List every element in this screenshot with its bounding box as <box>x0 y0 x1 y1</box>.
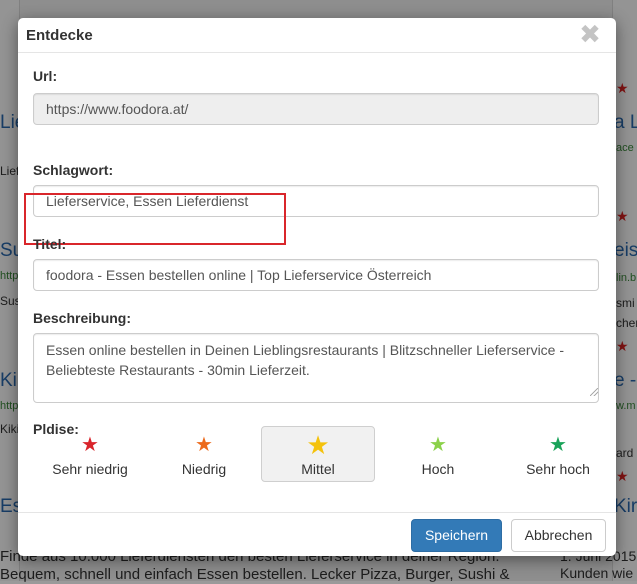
resize-handle-icon[interactable] <box>590 388 598 396</box>
rating-option-sehr-hoch[interactable]: ★ Sehr hoch <box>501 426 615 482</box>
star-icon: ★ <box>549 434 567 456</box>
star-icon: ★ <box>306 430 330 460</box>
rating-option-mittel[interactable]: ★ Mittel <box>261 426 375 482</box>
star-icon: ★ <box>81 434 99 456</box>
modal-header: Entdecke ✖ <box>18 18 616 53</box>
url-field[interactable] <box>33 93 599 125</box>
rating-option-label: Hoch <box>421 461 455 477</box>
rating-option-label: Mittel <box>301 461 335 477</box>
description-label: Beschreibung: <box>33 310 132 326</box>
star-icon: ★ <box>195 434 213 456</box>
title-label: Titel: <box>33 236 67 252</box>
modal-footer: Speichern Abbrechen <box>18 512 616 556</box>
rating-option-label: Sehr niedrig <box>52 461 128 477</box>
rating-selector: ★ Sehr niedrig ★ Niedrig ★ Mittel ★ Hoch… <box>33 426 603 484</box>
rating-option-niedrig[interactable]: ★ Niedrig <box>147 426 261 482</box>
rating-option-hoch[interactable]: ★ Hoch <box>381 426 495 482</box>
description-field[interactable]: Essen online bestellen in Deinen Lieblin… <box>33 333 599 403</box>
modal-title: Entdecke <box>26 27 93 44</box>
url-label: Url: <box>33 68 58 84</box>
discover-modal: Entdecke ✖ Url: Schlagwort: Titel: Besch… <box>18 18 616 556</box>
title-field[interactable] <box>33 259 599 291</box>
rating-option-sehr-niedrig[interactable]: ★ Sehr niedrig <box>33 426 147 482</box>
star-icon: ★ <box>429 434 447 456</box>
keyword-label: Schlagwort: <box>33 162 114 178</box>
save-button[interactable]: Speichern <box>411 519 502 552</box>
close-icon[interactable]: ✖ <box>578 20 602 48</box>
rating-option-label: Niedrig <box>181 461 227 477</box>
cancel-button[interactable]: Abbrechen <box>511 519 606 552</box>
rating-option-label: Sehr hoch <box>526 461 590 477</box>
